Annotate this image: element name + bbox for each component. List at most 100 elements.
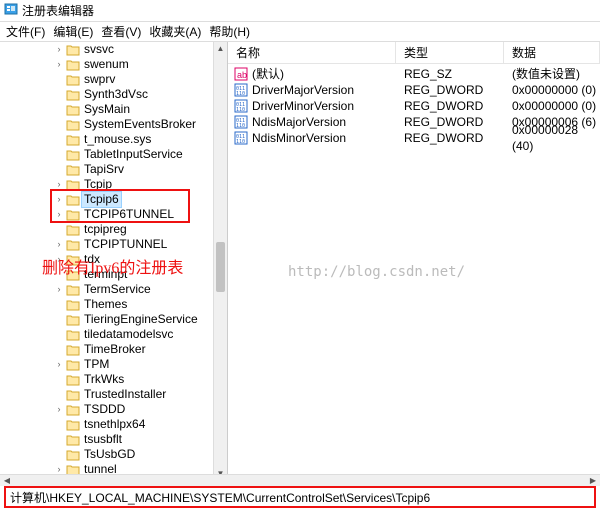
menu-view[interactable]: 查看(V) <box>101 23 141 40</box>
menu-fav[interactable]: 收藏夹(A) <box>149 23 201 40</box>
tree-item[interactable]: t_mouse.sys <box>54 132 223 147</box>
col-header-type[interactable]: 类型 <box>396 42 504 63</box>
chevron-right-icon[interactable]: › <box>54 237 64 252</box>
folder-icon <box>66 194 80 206</box>
folder-icon <box>66 299 80 311</box>
list-pane: 名称 类型 数据 ab(默认)REG_SZ(数值未设置)011110Driver… <box>228 42 600 481</box>
tree-item-label: tsnethlpx64 <box>82 417 147 432</box>
tree-item[interactable]: › TPM <box>54 357 223 372</box>
tree-item[interactable]: swprv <box>54 72 223 87</box>
value-name: (默认) <box>252 66 284 82</box>
chevron-right-icon[interactable]: › <box>54 57 64 72</box>
menu-help[interactable]: 帮助(H) <box>209 23 250 40</box>
folder-icon <box>66 104 80 116</box>
menubar: 文件(F) 编辑(E) 查看(V) 收藏夹(A) 帮助(H) <box>0 22 600 42</box>
tree-item[interactable]: Themes <box>54 297 223 312</box>
tree-item[interactable]: tsnethlpx64 <box>54 417 223 432</box>
value-name: NdisMajorVersion <box>252 114 346 130</box>
folder-icon <box>66 119 80 131</box>
string-value-icon: ab <box>234 67 248 81</box>
value-row[interactable]: 011110DriverMajorVersionREG_DWORD0x00000… <box>228 82 600 98</box>
chevron-right-icon[interactable]: › <box>54 207 64 222</box>
value-data: 0x00000000 (0) <box>504 98 600 114</box>
tree-item[interactable]: SysMain <box>54 102 223 117</box>
tree-item[interactable]: TrkWks <box>54 372 223 387</box>
value-type: REG_SZ <box>396 66 504 82</box>
tree-item[interactable]: TieringEngineService <box>54 312 223 327</box>
tree-item[interactable]: tcpipreg <box>54 222 223 237</box>
chevron-right-icon[interactable]: › <box>54 357 64 372</box>
scroll-left-icon[interactable]: ◀ <box>0 475 14 486</box>
tree[interactable]: ›svsvc›swenumswprvSynth3dVscSysMainSyste… <box>0 42 227 481</box>
value-row[interactable]: ab (默认) REG_SZ(数值未设置) <box>228 66 600 82</box>
tree-item-label: TSDDD <box>82 402 127 417</box>
tree-item[interactable]: › TSDDD <box>54 402 223 417</box>
folder-icon <box>66 434 80 446</box>
tree-item[interactable]: ›svsvc <box>54 42 223 57</box>
menu-edit[interactable]: 编辑(E) <box>53 23 93 40</box>
address-path[interactable]: 计算机\HKEY_LOCAL_MACHINE\SYSTEM\CurrentCon… <box>10 489 430 506</box>
tree-item[interactable]: ›swenum <box>54 57 223 72</box>
tree-item-label: Synth3dVsc <box>82 87 150 102</box>
col-header-data[interactable]: 数据 <box>504 42 600 63</box>
tree-item[interactable]: tsusbflt <box>54 432 223 447</box>
tree-item[interactable]: › tdx <box>54 252 223 267</box>
menu-file[interactable]: 文件(F) <box>6 23 45 40</box>
tree-item[interactable]: tiledatamodelsvc <box>54 327 223 342</box>
tree-item-label: t_mouse.sys <box>82 132 153 147</box>
tree-item-label: Tcpip <box>82 177 114 192</box>
scroll-up-icon[interactable]: ▲ <box>214 42 227 56</box>
chevron-right-icon[interactable]: › <box>54 177 64 192</box>
folder-icon <box>66 284 80 296</box>
value-type: REG_DWORD <box>396 130 504 146</box>
tree-item[interactable]: ›TCPIPTUNNEL <box>54 237 223 252</box>
tree-item[interactable]: ›TCPIP6TUNNEL <box>54 207 223 222</box>
tree-item[interactable]: TsUsbGD <box>54 447 223 462</box>
tree-item-label: SystemEventsBroker <box>82 117 198 132</box>
tree-item-label: Themes <box>82 297 129 312</box>
tree-item[interactable]: › Tcpip <box>54 177 223 192</box>
folder-icon <box>66 44 80 56</box>
value-row[interactable]: 011110DriverMinorVersionREG_DWORD0x00000… <box>228 98 600 114</box>
tree-item[interactable]: TimeBroker <box>54 342 223 357</box>
tree-item-label: Tcpip6 <box>82 192 121 207</box>
folder-icon <box>66 374 80 386</box>
scroll-right-icon[interactable]: ▶ <box>586 475 600 486</box>
tree-item-label: swprv <box>82 72 117 87</box>
binary-value-icon: 011110 <box>234 115 248 129</box>
folder-icon <box>66 164 80 176</box>
chevron-right-icon[interactable]: › <box>54 282 64 297</box>
value-rows: ab (默认) REG_SZ(数值未设置)011110DriverMajorVers… <box>228 64 600 146</box>
tree-item[interactable]: terminpt <box>54 267 223 282</box>
col-header-name[interactable]: 名称 <box>228 42 396 63</box>
tree-item[interactable]: TabletInputService <box>54 147 223 162</box>
svg-text:110: 110 <box>236 139 245 145</box>
tree-item-label: tcpipreg <box>82 222 129 237</box>
tree-item-label: TPM <box>82 357 111 372</box>
chevron-right-icon[interactable]: › <box>54 42 64 57</box>
value-row[interactable]: 011110NdisMinorVersionREG_DWORD0x0000002… <box>228 130 600 146</box>
value-type: REG_DWORD <box>396 82 504 98</box>
tree-item[interactable]: ›TermService <box>54 282 223 297</box>
tree-item[interactable]: Synth3dVsc <box>54 87 223 102</box>
tree-item[interactable]: › Tcpip6 <box>54 192 223 207</box>
folder-icon <box>66 449 80 461</box>
tree-item-label: tdx <box>82 252 102 267</box>
tree-item[interactable]: SystemEventsBroker <box>54 117 223 132</box>
chevron-right-icon[interactable]: › <box>54 252 64 267</box>
binary-value-icon: 011110 <box>234 99 248 113</box>
value-type: REG_DWORD <box>396 98 504 114</box>
chevron-right-icon[interactable]: › <box>54 192 64 207</box>
folder-icon <box>66 149 80 161</box>
tree-scrollbar[interactable]: ▲ ▼ <box>213 42 227 481</box>
folder-icon <box>66 389 80 401</box>
tree-item[interactable]: TrustedInstaller <box>54 387 223 402</box>
value-data: (数值未设置) <box>504 66 600 82</box>
folder-icon <box>66 74 80 86</box>
tree-item[interactable]: TapiSrv <box>54 162 223 177</box>
folder-icon <box>66 59 80 71</box>
scroll-thumb[interactable] <box>216 242 225 292</box>
tree-item-label: TapiSrv <box>82 162 126 177</box>
horizontal-scrollbar[interactable]: ◀ ▶ <box>0 474 600 486</box>
chevron-right-icon[interactable]: › <box>54 402 64 417</box>
